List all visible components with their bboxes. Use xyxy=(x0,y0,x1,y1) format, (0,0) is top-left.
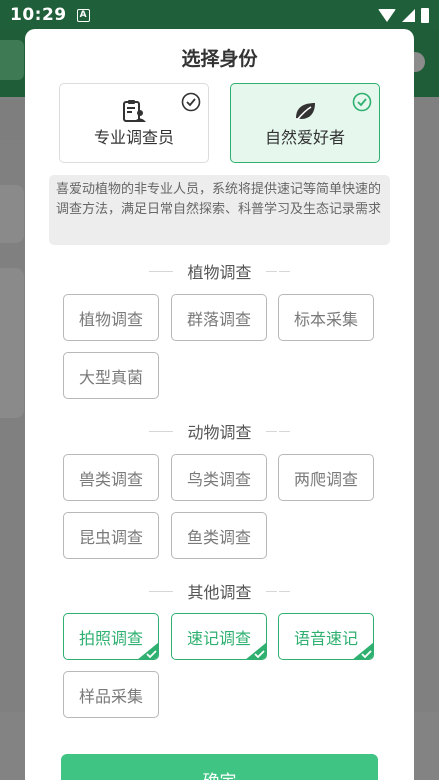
section-title-animals: 动物调查 xyxy=(25,419,414,443)
section-title-label: 其他调查 xyxy=(187,583,252,602)
divider xyxy=(149,430,174,432)
status-icons xyxy=(378,7,429,23)
tag-large-fungi[interactable]: 大型真菌 xyxy=(63,352,159,399)
background-card xyxy=(0,185,24,243)
tag-label: 鱼类调查 xyxy=(186,527,251,547)
divider xyxy=(265,590,290,592)
dialog-title: 选择身份 xyxy=(181,48,258,70)
tag-label: 速记调查 xyxy=(186,628,251,648)
confirm-button[interactable]: 确定 xyxy=(61,754,378,780)
selected-corner-check-icon xyxy=(353,642,373,659)
identity-description: 喜爱动植物的非专业人员，系统将提供速记等简单快速的调查方法，满足日常自然探索、科… xyxy=(49,175,390,245)
tag-specimen-collection[interactable]: 标本采集 xyxy=(278,294,374,341)
status-time: 10:29 xyxy=(10,5,67,25)
tag-label: 两爬调查 xyxy=(293,469,358,489)
notification-icon: A xyxy=(76,8,90,22)
confirm-button-label: 确定 xyxy=(203,767,237,780)
tag-plant-survey[interactable]: 植物调查 xyxy=(63,294,159,341)
selected-corner-check-icon xyxy=(138,642,158,659)
clipboard-person-icon xyxy=(123,100,146,122)
background-logo xyxy=(0,40,24,80)
divider xyxy=(149,590,174,592)
tag-label: 群落调查 xyxy=(186,309,251,329)
tag-label: 语音速记 xyxy=(293,628,358,648)
tag-label: 鸟类调查 xyxy=(186,469,251,489)
tag-label: 标本采集 xyxy=(293,309,358,329)
divider xyxy=(149,270,174,272)
background-tab xyxy=(0,100,24,140)
tag-mammal-survey[interactable]: 兽类调查 xyxy=(63,454,159,501)
tag-photo-survey[interactable]: 拍照调查 xyxy=(63,613,159,660)
check-circle-icon xyxy=(352,92,372,112)
identity-label: 自然爱好者 xyxy=(264,128,345,147)
tag-label: 植物调查 xyxy=(78,309,143,329)
divider xyxy=(265,430,290,432)
tag-voice-note[interactable]: 语音速记 xyxy=(278,613,374,660)
signal-icon xyxy=(402,8,415,22)
identity-card-nature-lover[interactable]: 自然爱好者 xyxy=(230,83,380,163)
divider xyxy=(265,270,290,272)
section-title-other: 其他调查 xyxy=(25,579,414,603)
section-title-label: 动物调查 xyxy=(187,423,252,442)
status-bar: 10:29 A xyxy=(0,0,439,30)
tag-label: 昆虫调查 xyxy=(78,527,143,547)
tag-label: 拍照调查 xyxy=(78,628,143,648)
selected-corner-check-icon xyxy=(246,642,266,659)
tag-herp-survey[interactable]: 两爬调查 xyxy=(278,454,374,501)
tag-label: 兽类调查 xyxy=(78,469,143,489)
section-title-plants: 植物调查 xyxy=(25,259,414,283)
tag-quick-note-survey[interactable]: 速记调查 xyxy=(171,613,267,660)
tag-label: 大型真菌 xyxy=(78,367,143,387)
section-title-label: 植物调查 xyxy=(187,263,252,282)
tag-fish-survey[interactable]: 鱼类调查 xyxy=(171,512,267,559)
identity-label: 专业调查员 xyxy=(93,128,174,147)
background-card xyxy=(0,268,24,418)
check-circle-icon xyxy=(181,92,201,112)
identity-dialog: 选择身份 专业调查员 自然爱好者 喜爱动植物的非专业人员，系统将提供速记等简单快… xyxy=(25,29,414,780)
wifi-icon xyxy=(378,8,396,22)
tag-label: 样品采集 xyxy=(78,686,143,706)
tag-community-survey[interactable]: 群落调查 xyxy=(171,294,267,341)
battery-icon xyxy=(421,7,429,23)
tag-insect-survey[interactable]: 昆虫调查 xyxy=(63,512,159,559)
tag-bird-survey[interactable]: 鸟类调查 xyxy=(171,454,267,501)
identity-card-professional[interactable]: 专业调查员 xyxy=(59,83,209,163)
tag-sample-collection[interactable]: 样品采集 xyxy=(63,671,159,718)
leaf-icon xyxy=(296,103,315,121)
